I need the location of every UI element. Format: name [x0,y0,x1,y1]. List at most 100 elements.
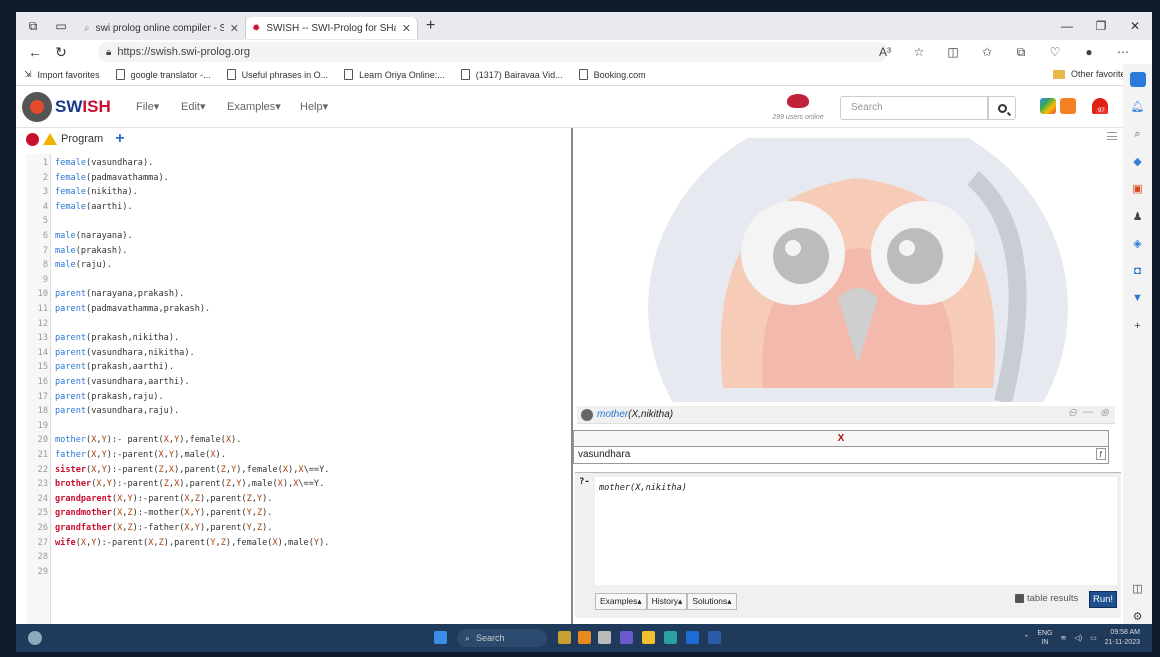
code-line[interactable]: 17 parent(prakash,raju). [26,390,571,405]
code-line[interactable]: 16 parent(vasundhara,aarthi). [26,375,571,390]
code-line[interactable]: 1 female(vasundhara). [26,156,571,171]
tab-actions-icon[interactable]: ▭ [50,15,72,37]
taskbar-search[interactable]: ⌕ Search [457,629,547,647]
bookmark-item[interactable]: Learn Oriya Online:... [336,69,453,80]
code-line[interactable]: 26 grandfather(X,Z):-father(X,Y),parent(Y… [26,521,571,536]
edge-icon[interactable] [664,631,677,644]
code-line[interactable]: 18 parent(vasundhara,raju). [26,404,571,419]
users-online[interactable]: 299 users online [768,94,828,121]
bookmark-item[interactable]: (1317) Bairavaa Vid... [453,69,571,80]
code-line[interactable]: 2 female(padmavathamma). [26,171,571,186]
download-icon[interactable]: ⊖ [1068,406,1077,419]
bell-icon[interactable]: 🔔︎ [1130,99,1146,114]
settings-gear-icon[interactable]: ⚙ [1130,609,1146,624]
add-icon[interactable]: + [1130,318,1146,333]
browser-tab-search[interactable]: ⌕ swi prolog online compiler - Sear ✕ [78,17,246,39]
code-line[interactable]: 8 male(raju). [26,258,571,273]
more-menu-icon[interactable]: ⋯ [1106,45,1140,59]
store-icon[interactable] [686,631,699,644]
widgets-icon[interactable] [558,631,571,644]
stackoverflow-icon[interactable] [1060,98,1076,114]
task-view-icon[interactable] [598,631,611,644]
word-icon[interactable] [708,631,721,644]
code-line[interactable]: 11 parent(padmavathamma,prakash). [26,302,571,317]
search-icon[interactable]: ⌕ [1130,127,1146,142]
shopping-tag-icon[interactable]: ◆ [1130,154,1146,169]
menu-help[interactable]: Help▾ [300,100,328,113]
swish-logo[interactable]: SWISH [22,92,111,122]
minimize-icon[interactable]: — [1083,406,1094,419]
start-icon[interactable] [434,631,447,644]
read-aloud-icon[interactable]: A³ [868,45,902,59]
menu-icon[interactable] [1107,132,1117,140]
solutions-button[interactable]: Solutions▴ [687,593,737,610]
new-tab-button[interactable]: + [426,17,435,35]
games-icon[interactable]: ♟ [1130,209,1146,224]
checkbox-icon[interactable] [1015,594,1024,603]
menu-file[interactable]: File▾ [136,100,159,113]
search-button[interactable] [988,96,1016,120]
search-input[interactable]: Search [840,96,988,120]
profile-avatar-icon[interactable]: ● [1072,45,1106,59]
code-line[interactable]: 6 male(narayana). [26,229,571,244]
minimize-icon[interactable]: — [1050,12,1084,40]
examples-button[interactable]: Examples▴ [595,593,647,610]
google-icon[interactable] [1040,98,1056,114]
clock[interactable]: 09:58 AM 21-11-2023 [1105,628,1140,648]
favorites-icon[interactable]: ✩ [970,45,1004,59]
browser-tab-swish[interactable]: ✹ SWISH -- SWI-Prolog for SHaring ✕ [246,17,418,39]
bookmark-item[interactable]: google translator -... [108,69,219,80]
code-line[interactable]: 9 [26,273,571,288]
collections-icon[interactable]: ⧉ [1004,45,1038,60]
code-editor[interactable]: 1 female(vasundhara). 2 female(padmavathamm… [26,154,571,624]
code-line[interactable]: 3 female(nikitha). [26,185,571,200]
weather-icon[interactable] [28,631,42,645]
add-tab-button[interactable]: + [115,130,124,148]
code-line[interactable]: 24 grandparent(X,Y):-parent(X,Z),parent(Z… [26,492,571,507]
bookmark-import[interactable]: ⇲ Import favorites [16,69,108,80]
code-line[interactable]: 28 [26,550,571,565]
office-icon[interactable]: ◈ [1130,236,1146,251]
chevron-up-icon[interactable]: ⌃ [1023,634,1029,642]
outlook-icon[interactable]: ◘ [1130,263,1146,278]
table-results-toggle[interactable]: table results [1015,593,1078,604]
code-line[interactable]: 4 female(aarthi). [26,200,571,215]
menu-examples[interactable]: Examples▾ [227,100,281,113]
close-tab-icon[interactable]: ✕ [402,22,411,35]
code-line[interactable]: 15 parent(prakash,aarthi). [26,360,571,375]
code-line[interactable]: 10 parent(narayana,prakash). [26,287,571,302]
file-explorer-icon[interactable] [642,631,655,644]
table-row[interactable]: vasundhara ƒ [574,447,1108,463]
run-button[interactable]: Run! [1089,591,1118,608]
copilot-icon[interactable] [1129,72,1146,88]
lang-indicator[interactable]: ENG IN [1037,629,1052,647]
heart-extension-icon[interactable]: ♡ [1038,45,1072,59]
refresh-icon[interactable]: ↻ [48,44,74,61]
code-line[interactable]: 14 parent(vasundhara,nikitha). [26,346,571,361]
back-icon[interactable]: ← [22,44,48,60]
close-tab-icon[interactable]: ✕ [230,22,239,35]
volume-icon[interactable]: ◁) [1074,634,1082,642]
restore-icon[interactable]: ❐ [1084,12,1118,40]
sidebar-layout-icon[interactable]: ◫ [1130,581,1146,596]
other-favorites[interactable]: Other favorites [1052,69,1130,79]
split-screen-icon[interactable]: ◫ [936,45,970,59]
teams-icon[interactable] [620,631,633,644]
close-window-icon[interactable]: ✕ [1118,12,1152,40]
tab-program[interactable]: Program [61,133,103,145]
code-line[interactable]: 19 [26,419,571,434]
wifi-icon[interactable]: ≋ [1060,634,1066,642]
code-line[interactable]: 21 father(X,Y):-parent(X,Y),male(X). [26,448,571,463]
tools-icon[interactable]: ▣ [1130,181,1146,196]
code-line[interactable]: 23 brother(X,Y):-parent(Z,X),parent(Z,Y),… [26,477,571,492]
code-line[interactable]: 12 [26,317,571,332]
code-line[interactable]: 20 mother(X,Y):- parent(X,Y),female(X). [26,433,571,448]
bookmark-item[interactable]: Booking.com [571,69,654,80]
workspaces-icon[interactable]: ⧉ [22,15,44,37]
query-input[interactable]: mother(X,nikitha) [595,477,1117,585]
url-field[interactable]: 🔒︎ https://swish.swi-prolog.org [98,42,888,62]
code-line[interactable]: 27 wife(X,Y):-parent(X,Z),parent(Y,Z),fem… [26,536,571,551]
favorite-star-icon[interactable]: ☆ [902,45,936,59]
code-line[interactable]: 7 male(prakash). [26,244,571,259]
code-line[interactable]: 29 [26,565,571,580]
